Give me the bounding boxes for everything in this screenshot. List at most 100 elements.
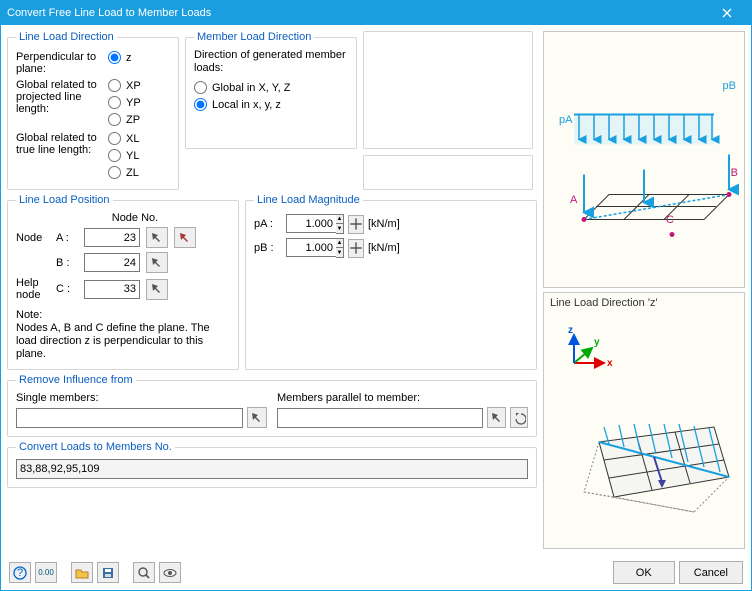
radio-xp[interactable] — [108, 79, 121, 92]
close-icon — [722, 8, 732, 18]
pb-unit: [kN/m] — [368, 242, 408, 254]
pa-unit: [kN/m] — [368, 218, 408, 230]
pick-single-members-button[interactable] — [247, 407, 267, 428]
svg-text:z: z — [568, 325, 573, 336]
pb-diagram-label: pB — [723, 80, 736, 92]
line-load-direction-group: Line Load Direction Perpendicular to pla… — [7, 31, 179, 190]
picker-icon — [150, 282, 164, 296]
parallel-members-label: Members parallel to member: — [277, 392, 528, 404]
pb-step-button[interactable] — [348, 239, 364, 258]
step-icon — [349, 217, 363, 231]
undo-icon — [512, 411, 526, 425]
pick-node-a-alt-button[interactable] — [174, 227, 196, 248]
cancel-label: Cancel — [694, 567, 728, 579]
details-button[interactable]: 0.00 — [35, 562, 57, 583]
projected-label: Global related to projected line length: — [16, 77, 108, 115]
right-column: pA pB A B C Line Load Direction 'z' — [543, 31, 745, 549]
radio-yp[interactable] — [108, 96, 121, 109]
preview-top-svg — [544, 32, 744, 287]
node-b-input[interactable] — [84, 253, 140, 272]
row-b-label: B : — [56, 257, 80, 269]
save-button[interactable] — [97, 562, 119, 583]
pick-parallel-members-button[interactable] — [487, 407, 505, 428]
help-icon: ? — [13, 566, 27, 580]
eye-icon — [163, 566, 177, 580]
open-button[interactable] — [71, 562, 93, 583]
cancel-button[interactable]: Cancel — [679, 561, 743, 584]
preview-bottom-svg — [544, 382, 744, 542]
dialog-content: Line Load Direction Perpendicular to pla… — [1, 25, 751, 555]
row-a-label: A : — [56, 232, 80, 244]
true-length-label: Global related to true line length: — [16, 130, 108, 156]
preview-bottom-title: Line Load Direction 'z' — [544, 293, 744, 313]
member-load-direction-group: Member Load Direction Direction of gener… — [185, 31, 357, 149]
radio-local-label: Local in x, y, z — [212, 99, 281, 111]
dialog-footer: ? 0.00 OK Cancel — [1, 555, 751, 590]
ok-label: OK — [636, 567, 652, 579]
pa-diagram-label: pA — [559, 114, 572, 126]
titlebar: Convert Free Line Load to Member Loads — [1, 1, 751, 25]
radio-xl[interactable] — [108, 132, 121, 145]
radio-z[interactable] — [108, 51, 121, 64]
blank-panel-2 — [363, 155, 533, 190]
radio-zl[interactable] — [108, 166, 121, 179]
single-members-input[interactable] — [16, 408, 243, 428]
dialog-window: Convert Free Line Load to Member Loads L… — [0, 0, 752, 591]
radio-yl-label: YL — [126, 150, 139, 162]
c-diagram-label: C — [666, 214, 674, 226]
convert-loads-legend: Convert Loads to Members No. — [16, 441, 175, 453]
picker-icon — [490, 411, 504, 425]
node-no-header: Node No. — [76, 212, 194, 224]
radio-xp-label: XP — [126, 80, 141, 92]
radio-yl[interactable] — [108, 149, 121, 162]
radio-zl-label: ZL — [126, 167, 139, 179]
pb-up[interactable]: ▲ — [336, 239, 343, 248]
pa-label: pA : — [254, 218, 282, 230]
pick-node-c-button[interactable] — [146, 279, 168, 300]
ok-button[interactable]: OK — [613, 561, 675, 584]
pb-spinner[interactable]: ▲▼ — [286, 238, 344, 258]
close-button[interactable] — [709, 3, 745, 23]
radio-global-label: Global in X, Y, Z — [212, 82, 290, 94]
line-load-position-legend: Line Load Position — [16, 194, 113, 206]
pa-input[interactable] — [286, 214, 336, 233]
radio-xl-label: XL — [126, 133, 139, 145]
help-button[interactable]: ? — [9, 562, 31, 583]
svg-text:y: y — [594, 337, 600, 348]
pb-label: pB : — [254, 242, 282, 254]
radio-z-label: z — [126, 52, 132, 64]
position-note: Note:Nodes A, B and C define the plane. … — [16, 309, 230, 361]
node-label: Node — [16, 232, 52, 244]
pa-step-button[interactable] — [348, 215, 364, 234]
left-column: Line Load Direction Perpendicular to pla… — [7, 31, 537, 549]
radio-global[interactable] — [194, 81, 207, 94]
line-load-position-group: Line Load Position Node No. Node A : B : — [7, 194, 239, 370]
radio-local[interactable] — [194, 98, 207, 111]
pb-down[interactable]: ▼ — [336, 248, 343, 257]
svg-text:x: x — [607, 358, 613, 369]
node-a-input[interactable] — [84, 228, 140, 247]
radio-zp[interactable] — [108, 113, 121, 126]
remove-influence-legend: Remove Influence from — [16, 374, 136, 386]
a-diagram-label: A — [570, 194, 577, 206]
pick-node-a-button[interactable] — [146, 227, 168, 248]
zoom-button[interactable] — [133, 562, 155, 583]
help-node-label: Help node — [16, 277, 52, 301]
pb-input[interactable] — [286, 238, 336, 257]
single-members-label: Single members: — [16, 392, 267, 404]
pick-node-b-button[interactable] — [146, 252, 168, 273]
pa-down[interactable]: ▼ — [336, 224, 343, 233]
reset-parallel-button[interactable] — [510, 407, 528, 428]
view-button[interactable] — [159, 562, 181, 583]
node-c-input[interactable] — [84, 280, 140, 299]
radio-yp-label: YP — [126, 97, 141, 109]
line-load-magnitude-group: Line Load Magnitude pA : ▲▼ [kN/m] pB : … — [245, 194, 537, 370]
preview-bottom: Line Load Direction 'z' x y z — [543, 292, 745, 549]
preview-top: pA pB A B C — [543, 31, 745, 288]
perpendicular-label: Perpendicular to plane: — [16, 49, 108, 75]
parallel-members-input[interactable] — [277, 408, 483, 428]
member-load-direction-legend: Member Load Direction — [194, 31, 314, 43]
pa-spinner[interactable]: ▲▼ — [286, 214, 344, 234]
convert-loads-input — [16, 459, 528, 479]
pa-up[interactable]: ▲ — [336, 215, 343, 224]
